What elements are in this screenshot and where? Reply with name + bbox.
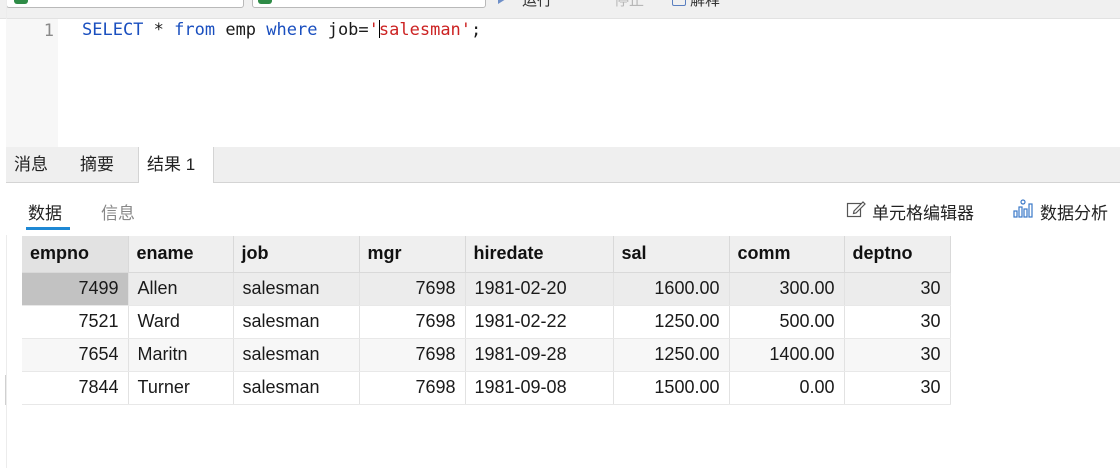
line-number: 1 bbox=[43, 21, 54, 41]
table-row[interactable]: 7499 Allen salesman 7698 1981-02-20 1600… bbox=[22, 272, 951, 306]
keyword-from: from bbox=[174, 20, 216, 40]
result-grid: empno ename job mgr hiredate sal comm de… bbox=[22, 236, 951, 405]
sql-editor[interactable]: 1 SELECT * from emp where job='salesman'… bbox=[0, 19, 1120, 147]
column-header[interactable]: ename bbox=[128, 236, 234, 273]
explain-button[interactable]: 解释 bbox=[690, 0, 720, 10]
table-cell[interactable]: 500.00 bbox=[729, 305, 845, 339]
column-header[interactable]: deptno bbox=[844, 236, 951, 273]
database-select[interactable] bbox=[252, 0, 486, 8]
query-toolbar: 运行 停止 解释 bbox=[0, 0, 1120, 19]
subtab-data[interactable]: 数据 bbox=[28, 199, 62, 224]
tab-messages[interactable]: 消息 bbox=[6, 147, 56, 182]
keyword-where: where bbox=[266, 20, 318, 40]
data-analysis-icon[interactable] bbox=[1012, 199, 1034, 219]
column-header[interactable]: empno bbox=[22, 236, 129, 273]
table-cell[interactable]: Turner bbox=[128, 371, 234, 405]
connection-select[interactable] bbox=[6, 0, 244, 8]
keyword-select: SELECT bbox=[82, 20, 144, 40]
table-cell[interactable]: 300.00 bbox=[729, 272, 845, 306]
column-header[interactable]: sal bbox=[613, 236, 730, 273]
table-cell[interactable]: 1981-09-28 bbox=[465, 338, 614, 372]
table-cell[interactable]: 1250.00 bbox=[613, 305, 730, 339]
table-cell[interactable]: 30 bbox=[844, 272, 951, 306]
table-row[interactable]: 7844 Turner salesman 7698 1981-09-08 150… bbox=[22, 371, 951, 405]
string-quote: ' bbox=[368, 20, 379, 40]
table-cell[interactable]: 30 bbox=[844, 338, 951, 372]
cell-editor-button[interactable]: 单元格编辑器 bbox=[872, 199, 974, 224]
code-star: * bbox=[143, 20, 175, 40]
table-cell[interactable]: 1400.00 bbox=[729, 338, 845, 372]
table-cell[interactable]: salesman bbox=[233, 272, 360, 306]
table-cell[interactable]: 7654 bbox=[22, 338, 129, 372]
tab-result-1[interactable]: 结果 1 bbox=[138, 147, 214, 183]
table-cell[interactable]: 30 bbox=[844, 305, 951, 339]
row-splitter[interactable] bbox=[0, 375, 6, 405]
explain-icon bbox=[672, 0, 686, 6]
table-row[interactable]: 7521 Ward salesman 7698 1981-02-22 1250.… bbox=[22, 305, 951, 339]
data-analysis-button[interactable]: 数据分析 bbox=[1040, 199, 1108, 224]
result-tabs: 消息 摘要 结果 1 bbox=[6, 147, 1120, 183]
table-cell[interactable]: salesman bbox=[233, 305, 360, 339]
table-cell[interactable]: salesman bbox=[233, 371, 360, 405]
edit-cell-icon[interactable] bbox=[846, 199, 866, 219]
connection-icon bbox=[14, 0, 28, 4]
table-cell[interactable]: 1981-09-08 bbox=[465, 371, 614, 405]
column-header[interactable]: hiredate bbox=[465, 236, 614, 273]
table-cell[interactable]: Allen bbox=[128, 272, 234, 306]
tab-summary[interactable]: 摘要 bbox=[72, 147, 122, 182]
table-cell[interactable]: 1250.00 bbox=[613, 338, 730, 372]
code-table: emp bbox=[215, 20, 267, 40]
table-cell[interactable]: 1500.00 bbox=[613, 371, 730, 405]
table-cell[interactable]: 1981-02-20 bbox=[465, 272, 614, 306]
column-header[interactable]: mgr bbox=[359, 236, 466, 273]
column-header[interactable]: comm bbox=[729, 236, 845, 273]
result-subbar: 数据 信息 单元格编辑器 数据分析 bbox=[6, 183, 1120, 235]
run-icon[interactable] bbox=[498, 0, 506, 4]
code-semicolon: ; bbox=[471, 20, 482, 40]
table-cell[interactable]: 30 bbox=[844, 371, 951, 405]
table-cell[interactable]: 7698 bbox=[359, 338, 466, 372]
run-button[interactable]: 运行 bbox=[522, 0, 552, 10]
table-cell[interactable]: 7698 bbox=[359, 305, 466, 339]
table-cell[interactable]: 7499 bbox=[22, 272, 129, 306]
table-cell[interactable]: salesman bbox=[233, 338, 360, 372]
stop-button[interactable]: 停止 bbox=[614, 0, 644, 10]
table-cell[interactable]: 7698 bbox=[359, 272, 466, 306]
table-cell[interactable]: Maritn bbox=[128, 338, 234, 372]
database-icon bbox=[258, 0, 272, 4]
code-condition: job= bbox=[317, 20, 369, 40]
table-cell[interactable]: Ward bbox=[128, 305, 234, 339]
table-cell[interactable]: 1981-02-22 bbox=[465, 305, 614, 339]
subtab-info[interactable]: 信息 bbox=[101, 199, 135, 224]
table-row[interactable]: 7654 Maritn salesman 7698 1981-09-28 125… bbox=[22, 338, 951, 372]
table-cell[interactable]: 0.00 bbox=[729, 371, 845, 405]
active-subtab-indicator bbox=[26, 227, 70, 230]
grid-header-row: empno ename job mgr hiredate sal comm de… bbox=[22, 236, 951, 273]
column-header[interactable]: job bbox=[233, 236, 360, 273]
sql-code[interactable]: SELECT * from emp where job='salesman'; bbox=[82, 19, 481, 41]
string-value: salesman' bbox=[378, 20, 472, 40]
table-cell[interactable]: 1600.00 bbox=[613, 272, 730, 306]
table-cell[interactable]: 7521 bbox=[22, 305, 129, 339]
table-cell[interactable]: 7844 bbox=[22, 371, 129, 405]
table-cell[interactable]: 7698 bbox=[359, 371, 466, 405]
